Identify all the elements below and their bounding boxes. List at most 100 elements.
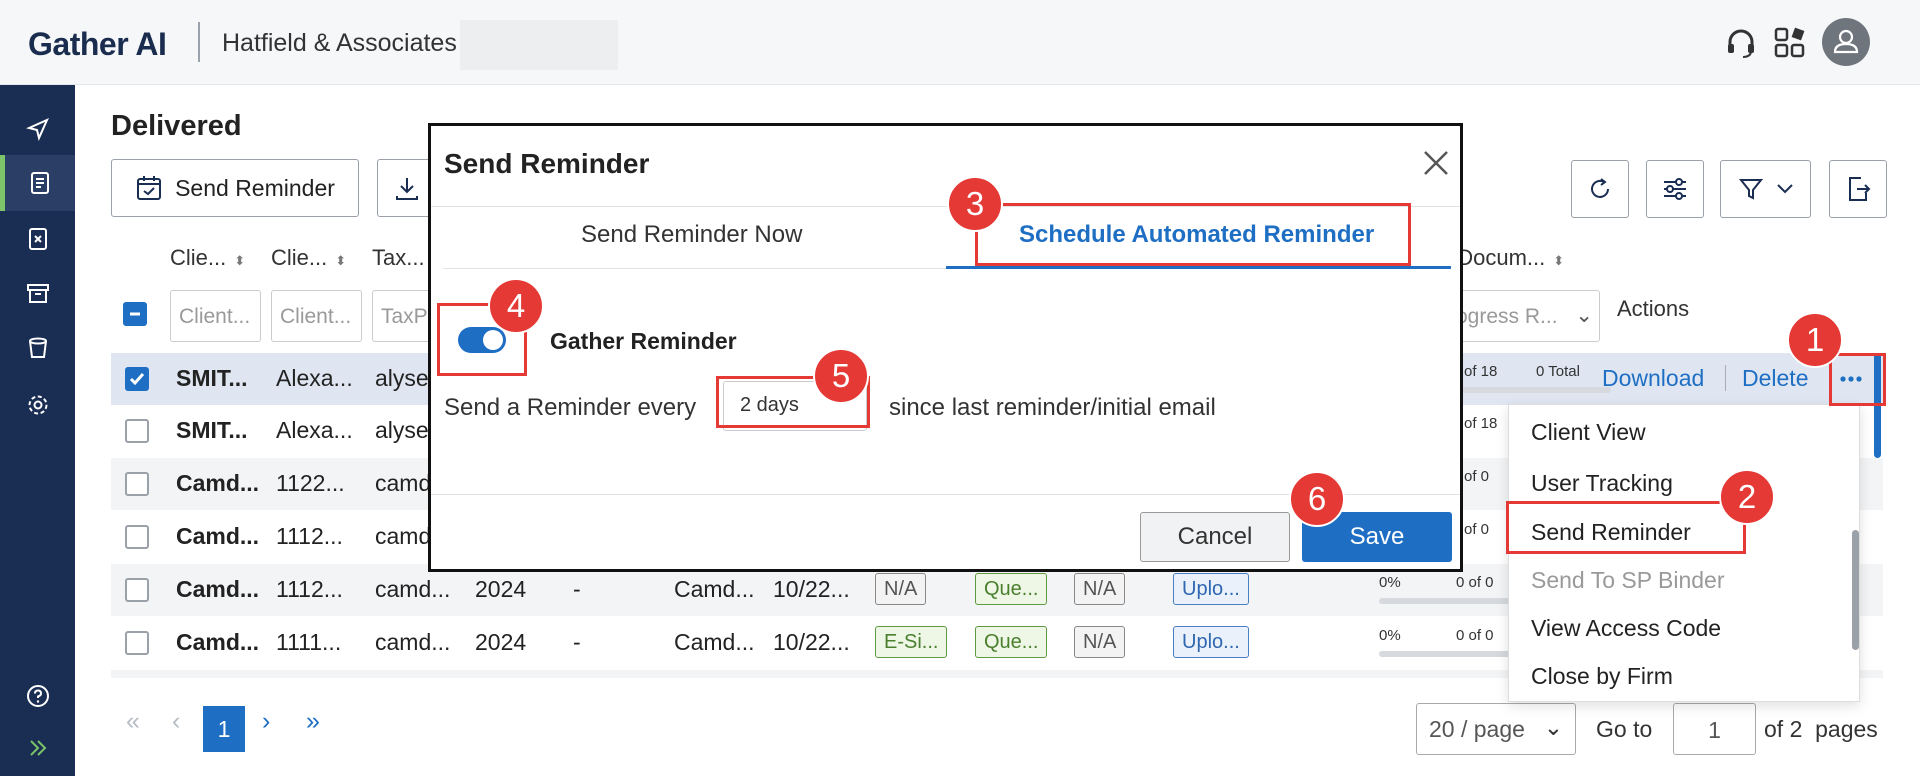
apps-icon[interactable] bbox=[1773, 26, 1807, 60]
row-checkbox[interactable] bbox=[125, 631, 149, 655]
row-checkbox[interactable] bbox=[125, 367, 149, 391]
last-page-button[interactable]: » bbox=[306, 707, 320, 736]
cell-date: 10/22... bbox=[773, 629, 850, 655]
sidebar-item-closed[interactable] bbox=[0, 211, 75, 267]
column-header-client-id[interactable]: Clie... ⬍ bbox=[271, 245, 346, 271]
cell-client-name[interactable]: SMIT... bbox=[176, 365, 248, 392]
cell-progress: of 0 bbox=[1464, 521, 1490, 538]
goto-page-input[interactable]: 1 bbox=[1673, 703, 1756, 755]
progress-filter[interactable]: rogress R... ⌄ bbox=[1440, 290, 1600, 342]
refresh-button[interactable] bbox=[1571, 160, 1629, 218]
row-checkbox[interactable] bbox=[125, 419, 149, 443]
row-checkbox[interactable] bbox=[125, 525, 149, 549]
annotation-badge-6: 6 bbox=[1289, 471, 1345, 527]
column-header-taxpayer[interactable]: Tax... bbox=[372, 245, 425, 271]
cancel-button[interactable]: Cancel bbox=[1140, 512, 1290, 562]
calendar-check-icon bbox=[137, 176, 162, 200]
row-checkbox[interactable] bbox=[125, 472, 149, 496]
menu-item-client-view[interactable]: Client View bbox=[1531, 419, 1646, 446]
page-size-select[interactable]: 20 / page ⌄ bbox=[1416, 703, 1576, 755]
annotation-box-more-actions bbox=[1829, 353, 1886, 406]
sidebar-item-settings[interactable] bbox=[0, 377, 75, 433]
filter-dropdown-button[interactable] bbox=[1720, 160, 1811, 218]
menu-item-user-tracking[interactable]: User Tracking bbox=[1531, 470, 1673, 497]
user-avatar[interactable] bbox=[1822, 18, 1870, 66]
chevron-down-icon: ⌄ bbox=[1543, 714, 1563, 740]
next-page-button[interactable]: › bbox=[262, 707, 270, 736]
export-file-icon bbox=[1849, 177, 1871, 201]
sidebar-item-trash[interactable] bbox=[0, 320, 75, 376]
send-reminder-toolbar-button[interactable]: Send Reminder bbox=[111, 159, 359, 217]
cell-client-name[interactable]: Camd... bbox=[176, 470, 259, 497]
annotation-badge-2: 2 bbox=[1719, 469, 1775, 525]
status-tag: E-Si... bbox=[875, 626, 948, 658]
minus-icon bbox=[130, 312, 140, 316]
reminder-prefix: Send a Reminder every bbox=[444, 394, 697, 421]
annotation-badge-4: 4 bbox=[488, 278, 544, 334]
send-icon bbox=[25, 118, 49, 141]
close-file-icon bbox=[28, 228, 47, 250]
sliders-icon bbox=[1664, 178, 1686, 200]
menu-scrollbar[interactable] bbox=[1852, 530, 1859, 650]
taxpayer-filter[interactable]: TaxP bbox=[372, 290, 432, 342]
tab-send-reminder-now[interactable]: Send Reminder Now bbox=[581, 221, 802, 249]
cell-progress: of 18 bbox=[1464, 363, 1498, 380]
cell-percent: 0% bbox=[1379, 574, 1401, 591]
cell-progress: 0 of 0 bbox=[1456, 574, 1494, 591]
sidebar-expand[interactable] bbox=[0, 720, 75, 776]
cell-client-id: Alexa... bbox=[276, 417, 353, 443]
gather-reminder-label: Gather Reminder bbox=[550, 328, 737, 354]
export-button[interactable] bbox=[1829, 160, 1887, 218]
client-id-filter[interactable]: Client... bbox=[271, 290, 362, 342]
cell-client-id: 1122... bbox=[276, 470, 345, 496]
status-tag: Que... bbox=[975, 573, 1048, 605]
cell-client-id: 1112... bbox=[276, 576, 343, 602]
cell-client-id: Alexa... bbox=[276, 365, 353, 391]
cell-progress: of 0 bbox=[1464, 468, 1490, 485]
sidebar-item-send[interactable] bbox=[0, 101, 75, 157]
sort-icon: ⬍ bbox=[335, 253, 347, 268]
cell-progress: 0 of 0 bbox=[1456, 627, 1494, 644]
current-page[interactable]: 1 bbox=[203, 706, 245, 752]
col-header-label: Clie... bbox=[170, 245, 227, 270]
expand-icon bbox=[29, 740, 46, 756]
client-name-filter[interactable]: Client... bbox=[170, 290, 261, 342]
checkmark-icon bbox=[129, 373, 145, 386]
cell-client-name[interactable]: Camd... bbox=[176, 523, 259, 550]
column-header-client-name[interactable]: Clie... ⬍ bbox=[170, 245, 245, 271]
cell-year: 2024 bbox=[475, 629, 527, 655]
first-page-button[interactable]: « bbox=[126, 707, 140, 736]
status-tag: Que... bbox=[975, 626, 1048, 658]
cell-taxpayer: alyse bbox=[375, 417, 429, 443]
headset-icon[interactable] bbox=[1724, 26, 1758, 60]
status-tag: N/A bbox=[875, 573, 927, 605]
sidebar-item-delivered[interactable] bbox=[0, 155, 75, 211]
delete-link[interactable]: Delete bbox=[1742, 365, 1808, 392]
column-settings-button[interactable] bbox=[1646, 160, 1704, 218]
cell-total: 0 Total bbox=[1536, 363, 1580, 380]
logo-divider bbox=[198, 22, 200, 62]
select-all-checkbox[interactable] bbox=[123, 302, 147, 326]
redacted-area bbox=[460, 20, 618, 70]
row-checkbox[interactable] bbox=[125, 578, 149, 602]
prev-page-button[interactable]: ‹ bbox=[172, 707, 180, 736]
annotation-badge-3: 3 bbox=[947, 176, 1003, 232]
cell-client-name[interactable]: Camd... bbox=[176, 576, 259, 603]
download-link[interactable]: Download bbox=[1602, 365, 1704, 392]
progress-bar bbox=[1379, 598, 1529, 604]
total-pages-label: of 2 pages bbox=[1764, 716, 1878, 742]
cell-client-name[interactable]: Camd... bbox=[176, 629, 259, 656]
cell-year: 2024 bbox=[475, 576, 527, 602]
close-icon[interactable] bbox=[1419, 146, 1453, 180]
sidebar-item-archive[interactable] bbox=[0, 265, 75, 321]
app-logo[interactable]: Gather AI bbox=[28, 26, 167, 63]
menu-item-view-access-code[interactable]: View Access Code bbox=[1531, 615, 1721, 642]
cell-client-name[interactable]: SMIT... bbox=[176, 417, 248, 444]
sidebar-item-help[interactable] bbox=[0, 668, 75, 724]
annotation-box-send-reminder bbox=[1506, 501, 1746, 554]
settings-icon bbox=[28, 395, 47, 415]
sort-icon: ⬍ bbox=[234, 253, 246, 268]
menu-item-close-by-firm[interactable]: Close by Firm bbox=[1531, 663, 1673, 690]
col-header-label: Clie... bbox=[271, 245, 328, 270]
cell-date: 10/22... bbox=[773, 576, 850, 602]
